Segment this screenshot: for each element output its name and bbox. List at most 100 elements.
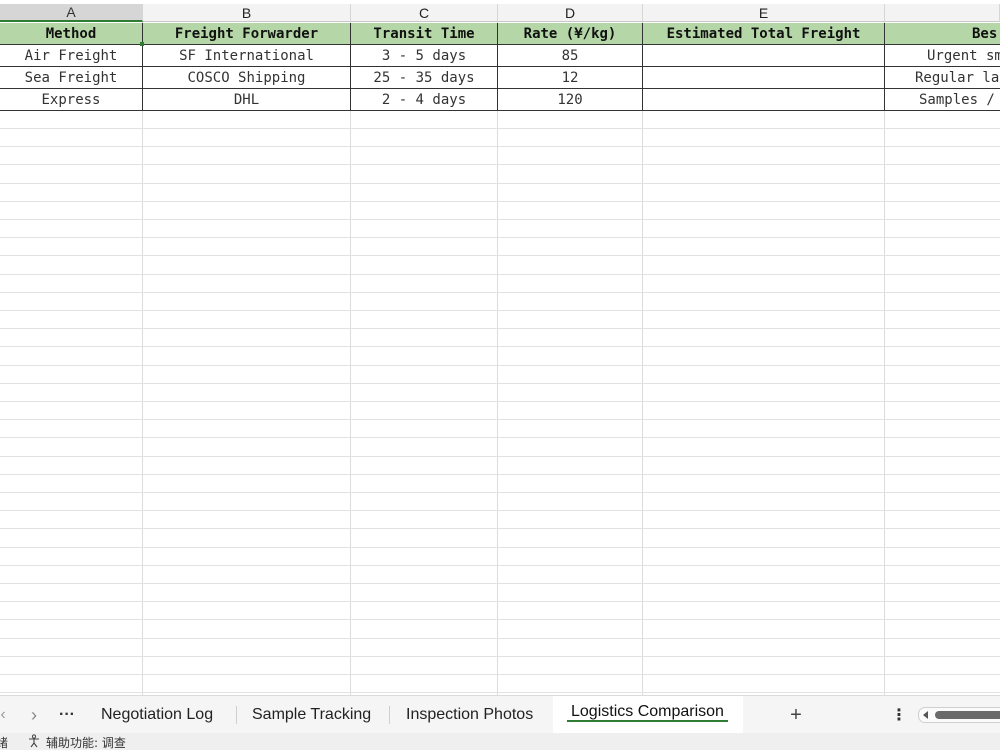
tab-separator (236, 706, 237, 724)
table-cell[interactable]: DHL (143, 89, 350, 111)
row-line (0, 401, 1000, 402)
row-line (0, 619, 1000, 620)
sheet-menu-icon[interactable]: ⋮ (891, 705, 907, 725)
row-line (0, 656, 1000, 657)
add-sheet-icon[interactable]: + (785, 704, 807, 726)
table-border (642, 23, 643, 111)
tab-label: Inspection Photos (406, 706, 534, 723)
table-cell[interactable]: 3 - 5 days (351, 45, 497, 67)
table-border (142, 23, 143, 111)
row-line (0, 419, 1000, 420)
grid-line (642, 22, 643, 695)
row-line (0, 437, 1000, 438)
header-cell-transit[interactable]: Transit Time (351, 23, 497, 45)
header-cell-best-for[interactable]: Bes (885, 23, 1000, 45)
table-cell[interactable]: COSCO Shipping (143, 67, 350, 89)
row-line (0, 146, 1000, 147)
table-cell[interactable]: Urgent sma (885, 45, 1000, 67)
sheet-tab-bar: ‹ › ··· Negotiation Log Sample Tracking … (0, 693, 1000, 734)
status-ready-text: 绪 (0, 736, 9, 750)
row-line (0, 255, 1000, 256)
column-header-a[interactable]: A (0, 4, 143, 22)
row-line (0, 456, 1000, 457)
row-line (0, 492, 1000, 493)
scroll-left-icon[interactable] (923, 711, 928, 719)
row-line (0, 547, 1000, 548)
chevron-left-icon[interactable]: ‹ (0, 705, 8, 725)
row-line (0, 583, 1000, 584)
table-cell[interactable]: Express (0, 89, 142, 111)
row-line (0, 346, 1000, 347)
fill-handle[interactable] (140, 42, 144, 46)
table-cell[interactable]: 12 (498, 67, 642, 89)
tab-label: Logistics Comparison (571, 703, 724, 720)
table-cell[interactable]: Air Freight (0, 45, 142, 67)
row-line (0, 565, 1000, 566)
table-border (884, 23, 885, 111)
column-header-e[interactable]: E (643, 4, 885, 22)
table-border (497, 23, 498, 111)
column-header-f[interactable] (885, 4, 1000, 22)
header-cell-forwarder[interactable]: Freight Forwarder (143, 23, 350, 45)
table-cell[interactable]: 120 (498, 89, 642, 111)
table-border (0, 88, 1000, 89)
table-cell[interactable]: 85 (498, 45, 642, 67)
row-line (0, 183, 1000, 184)
row-line (0, 164, 1000, 165)
table-border (350, 23, 351, 111)
active-tab-underline (567, 720, 728, 722)
row-line (0, 383, 1000, 384)
tab-separator (389, 706, 390, 724)
table-border (0, 66, 1000, 67)
tab-inspection-photos[interactable]: Inspection Photos (406, 696, 533, 734)
accessibility-icon[interactable] (27, 734, 41, 748)
spreadsheet-grid[interactable]: A B C D E Method Freight Forwarder Trans… (0, 0, 1000, 695)
grid-line (497, 22, 498, 695)
row-line (0, 510, 1000, 511)
row-line (0, 328, 1000, 329)
tab-label: Sample Tracking (252, 706, 372, 723)
column-header-d[interactable]: D (498, 4, 643, 22)
header-cell-rate[interactable]: Rate (¥/kg) (498, 23, 642, 45)
row-line (0, 219, 1000, 220)
row-line (0, 528, 1000, 529)
column-header-b[interactable]: B (143, 4, 351, 22)
table-cell[interactable]: 25 - 35 days (351, 67, 497, 89)
table-cell[interactable]: Samples / (885, 89, 1000, 111)
more-sheets-icon[interactable]: ··· (56, 705, 78, 725)
accessibility-status-text[interactable]: 辅助功能: 调查 (46, 734, 126, 751)
horizontal-scrollbar[interactable] (918, 707, 1000, 723)
scrollbar-thumb[interactable] (935, 711, 1000, 719)
row-line (0, 201, 1000, 202)
row-line (0, 365, 1000, 366)
tab-label: Negotiation Log (101, 706, 214, 723)
row-line (0, 274, 1000, 275)
tab-negotiation-log[interactable]: Negotiation Log (101, 696, 213, 734)
column-header-c[interactable]: C (351, 4, 498, 22)
table-cell[interactable] (643, 67, 884, 89)
grid-line (142, 22, 143, 695)
table-cell[interactable] (643, 89, 884, 111)
row-line (0, 674, 1000, 675)
row-line (0, 692, 1000, 693)
tab-sample-tracking[interactable]: Sample Tracking (252, 696, 371, 734)
table-border (0, 44, 1000, 45)
table-cell[interactable]: Sea Freight (0, 67, 142, 89)
row-line (0, 237, 1000, 238)
header-cell-method[interactable]: Method (0, 23, 142, 45)
table-cell[interactable]: 2 - 4 days (351, 89, 497, 111)
table-border (0, 110, 1000, 111)
row-line (0, 601, 1000, 602)
chevron-right-icon[interactable]: › (24, 705, 44, 725)
row-line (0, 474, 1000, 475)
table-cell[interactable]: Regular lar (885, 67, 1000, 89)
row-line (0, 310, 1000, 311)
header-cell-total-freight[interactable]: Estimated Total Freight (643, 23, 884, 45)
row-line (0, 638, 1000, 639)
grid-line (884, 22, 885, 695)
grid-line (350, 22, 351, 695)
table-cell[interactable]: SF International (143, 45, 350, 67)
tab-logistics-comparison[interactable]: Logistics Comparison (567, 693, 728, 731)
row-line (0, 292, 1000, 293)
table-cell[interactable] (643, 45, 884, 67)
